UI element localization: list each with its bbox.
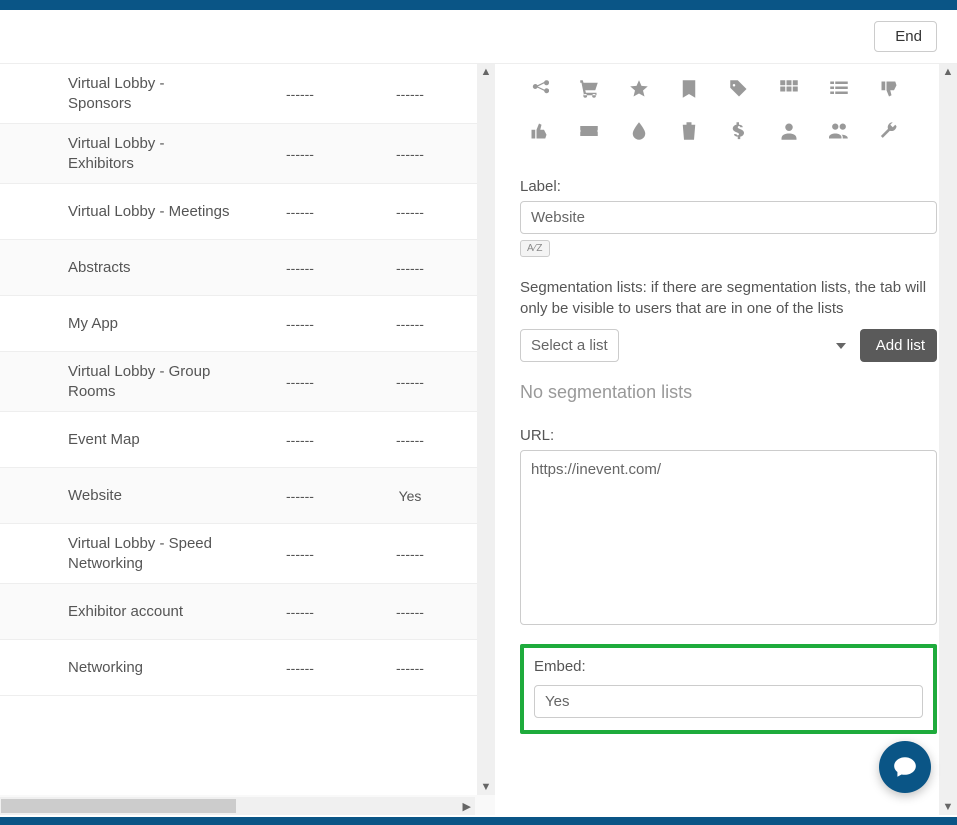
trash-icon[interactable] [678, 120, 700, 142]
grid-icon[interactable] [778, 78, 800, 100]
tab-col3-cell: ------ [360, 546, 460, 562]
label-input[interactable] [520, 201, 937, 234]
tab-col3-cell: ------ [360, 86, 460, 102]
main: Virtual Lobby - Sponsors------------Virt… [0, 64, 957, 815]
end-button-label: End [895, 28, 922, 45]
table-row[interactable]: Virtual Lobby - Speed Networking--------… [0, 524, 495, 584]
tab-col2-cell: ------ [240, 604, 360, 620]
add-list-label: Add list [876, 337, 925, 354]
table-row[interactable]: Exhibitor account------------ [0, 584, 495, 640]
dollar-icon[interactable] [728, 120, 750, 142]
scroll-right-icon: ▶ [463, 800, 471, 813]
tab-name-cell: Exhibitor account [0, 602, 240, 622]
tags-icon[interactable] [728, 78, 750, 100]
tab-col3-cell: ------ [360, 660, 460, 676]
tabs-table: Virtual Lobby - Sponsors------------Virt… [0, 64, 495, 795]
bookmark-icon[interactable] [678, 78, 700, 100]
table-row[interactable]: Website------Yes [0, 468, 495, 524]
left-horizontal-scrollbar[interactable]: ▶ [0, 797, 475, 815]
tint-icon[interactable] [628, 120, 650, 142]
tab-col3-cell: ------ [360, 432, 460, 448]
chat-launcher-button[interactable] [879, 741, 931, 793]
embed-highlight-box: Embed: [520, 644, 937, 734]
scroll-down-icon: ▼ [943, 801, 954, 813]
bottom-brand-bar [0, 817, 957, 825]
table-row[interactable]: Networking------------ [0, 640, 495, 696]
label-field-label: Label: [520, 178, 937, 195]
icon-picker [520, 74, 937, 160]
left-vertical-scrollbar[interactable]: ▲ ▼ [477, 64, 495, 795]
scroll-up-icon: ▲ [481, 66, 492, 78]
thumbs-down-icon[interactable] [878, 78, 900, 100]
tab-col2-cell: ------ [240, 86, 360, 102]
tab-col3-cell: ------ [360, 146, 460, 162]
tab-name-cell: Virtual Lobby - Sponsors [0, 74, 240, 113]
embed-input[interactable] [534, 685, 923, 718]
url-input[interactable] [520, 450, 937, 625]
tab-name-cell: Networking [0, 658, 240, 678]
user-icon[interactable] [778, 120, 800, 142]
segmentation-select[interactable]: Select a list [520, 329, 619, 362]
tab-col3-cell: ------ [360, 316, 460, 332]
table-row[interactable]: Abstracts------------ [0, 240, 495, 296]
top-brand-bar [0, 0, 957, 10]
tab-col2-cell: ------ [240, 660, 360, 676]
wrench-icon[interactable] [878, 120, 900, 142]
url-field-label: URL: [520, 427, 937, 444]
thumbs-up-icon[interactable] [528, 120, 550, 142]
tab-col2-cell: ------ [240, 374, 360, 390]
tab-name-cell: Website [0, 486, 240, 506]
cart-icon[interactable] [578, 78, 600, 100]
scroll-down-icon: ▼ [481, 781, 492, 793]
tab-col2-cell: ------ [240, 546, 360, 562]
tab-name-cell: Event Map [0, 430, 240, 450]
tab-col3-cell: Yes [360, 488, 460, 504]
share-icon[interactable] [528, 78, 550, 100]
tab-col2-cell: ------ [240, 204, 360, 220]
segmentation-select-wrap: Select a list [520, 329, 856, 362]
tab-col2-cell: ------ [240, 432, 360, 448]
table-row[interactable]: Virtual Lobby - Group Rooms------------ [0, 352, 495, 412]
tab-name-cell: My App [0, 314, 240, 334]
tab-name-cell: Virtual Lobby - Speed Networking [0, 534, 240, 573]
no-segmentation-lists-text: No segmentation lists [520, 382, 937, 403]
tab-col2-cell: ------ [240, 316, 360, 332]
star-icon[interactable] [628, 78, 650, 100]
tab-col2-cell: ------ [240, 488, 360, 504]
tab-col2-cell: ------ [240, 146, 360, 162]
tab-col2-cell: ------ [240, 260, 360, 276]
segmentation-row: Select a list Add list [520, 329, 937, 362]
table-row[interactable]: Event Map------------ [0, 412, 495, 468]
scroll-up-icon: ▲ [943, 66, 954, 78]
right-vertical-scrollbar[interactable]: ▲ ▼ [939, 64, 957, 815]
header: End [0, 10, 957, 64]
tab-name-cell: Abstracts [0, 258, 240, 278]
ticket-icon[interactable] [578, 120, 600, 142]
tab-name-cell: Virtual Lobby - Meetings [0, 202, 240, 222]
end-button[interactable]: End [874, 21, 937, 52]
tab-col3-cell: ------ [360, 260, 460, 276]
embed-field-label: Embed: [534, 658, 923, 675]
tab-col3-cell: ------ [360, 604, 460, 620]
table-row[interactable]: Virtual Lobby - Sponsors------------ [0, 64, 495, 124]
chat-icon [892, 754, 918, 780]
segmentation-description: Segmentation lists: if there are segment… [520, 277, 937, 319]
add-list-button[interactable]: Add list [860, 329, 937, 362]
language-badge[interactable]: A⁄Z [520, 240, 550, 257]
left-panel: Virtual Lobby - Sponsors------------Virt… [0, 64, 495, 815]
table-row[interactable]: Virtual Lobby - Exhibitors------------ [0, 124, 495, 184]
table-row[interactable]: Virtual Lobby - Meetings------------ [0, 184, 495, 240]
tab-col3-cell: ------ [360, 204, 460, 220]
users-icon[interactable] [828, 120, 850, 142]
scroll-thumb[interactable] [1, 799, 236, 813]
tab-col3-cell: ------ [360, 374, 460, 390]
right-panel: Label: A⁄Z Segmentation lists: if there … [495, 64, 957, 815]
list-icon[interactable] [828, 78, 850, 100]
tab-name-cell: Virtual Lobby - Exhibitors [0, 134, 240, 173]
tab-name-cell: Virtual Lobby - Group Rooms [0, 362, 240, 401]
table-row[interactable]: My App------------ [0, 296, 495, 352]
